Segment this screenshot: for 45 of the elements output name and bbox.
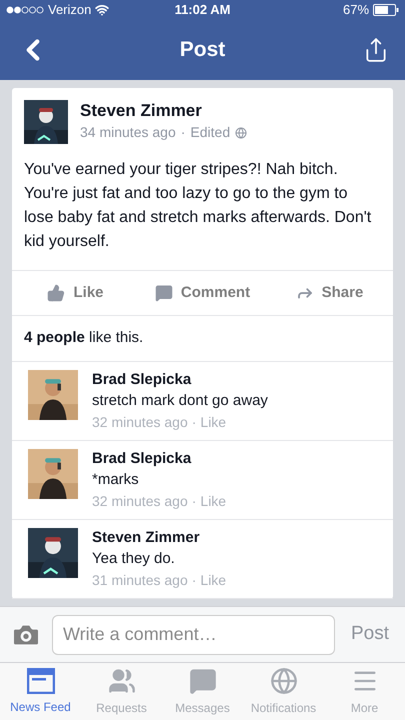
thumbs-up-icon — [47, 284, 66, 302]
comment-text: *marks — [92, 470, 140, 490]
comment-icon — [154, 284, 173, 302]
commenter-name[interactable]: Steven Zimmer — [92, 528, 226, 548]
separator-dot: · — [192, 492, 196, 511]
battery-icon — [373, 4, 400, 16]
like-link[interactable]: Like — [200, 570, 226, 590]
clock: 11:02 AM — [174, 1, 230, 20]
globe-icon — [235, 126, 248, 138]
battery-percentage: 67% — [342, 1, 370, 20]
post-time: 34 minutes ago — [80, 123, 176, 142]
carrier-label: Verizon — [48, 1, 92, 20]
comment-field[interactable]: Write a comment… — [52, 614, 335, 654]
tab[interactable]: Notifications — [243, 663, 324, 720]
commenter-name[interactable]: Brad Slepicka — [92, 449, 226, 469]
likes-summary[interactable]: 4 people like this. — [24, 327, 144, 350]
like-link[interactable]: Like — [200, 412, 226, 432]
comment-text: stretch mark dont go away — [92, 391, 268, 411]
wifi-icon — [95, 3, 110, 17]
comment-time: 32 minutes ago — [92, 413, 188, 432]
edited-label: Edited — [190, 123, 230, 142]
page-title: Post — [178, 37, 226, 64]
tab[interactable]: More — [324, 663, 405, 720]
comment-time: 31 minutes ago — [92, 571, 188, 590]
author-name[interactable]: Steven Zimmer — [80, 100, 248, 122]
post-text: You've earned your tiger stripes?! Nah bitch. You're just fat and too lazy to go to the gym to lose baby fat and stretch marks afterwards. Don't kid yourself. — [23, 160, 372, 252]
post-button[interactable]: Post — [344, 620, 395, 649]
separator-dot: · — [192, 413, 196, 432]
separator-dot: · — [180, 123, 186, 142]
tab[interactable]: News Feed — [0, 663, 81, 720]
like-button[interactable]: Like — [12, 271, 139, 315]
separator-dot: · — [192, 571, 196, 590]
tab[interactable]: Requests — [81, 663, 162, 720]
share-button[interactable]: Share — [266, 271, 393, 315]
globe-icon — [270, 666, 298, 694]
tab[interactable]: Messages — [162, 663, 243, 720]
comment-button[interactable]: Comment — [139, 271, 266, 315]
signal-icon — [6, 6, 44, 14]
commenter-name[interactable]: Brad Slepicka — [92, 370, 268, 390]
comment-time: 32 minutes ago — [92, 492, 188, 511]
people-icon — [108, 666, 136, 694]
comment-text: Yea they do. — [92, 549, 176, 569]
like-link[interactable]: Like — [200, 491, 226, 511]
news-feed-icon — [26, 668, 54, 694]
message-icon — [188, 666, 216, 694]
